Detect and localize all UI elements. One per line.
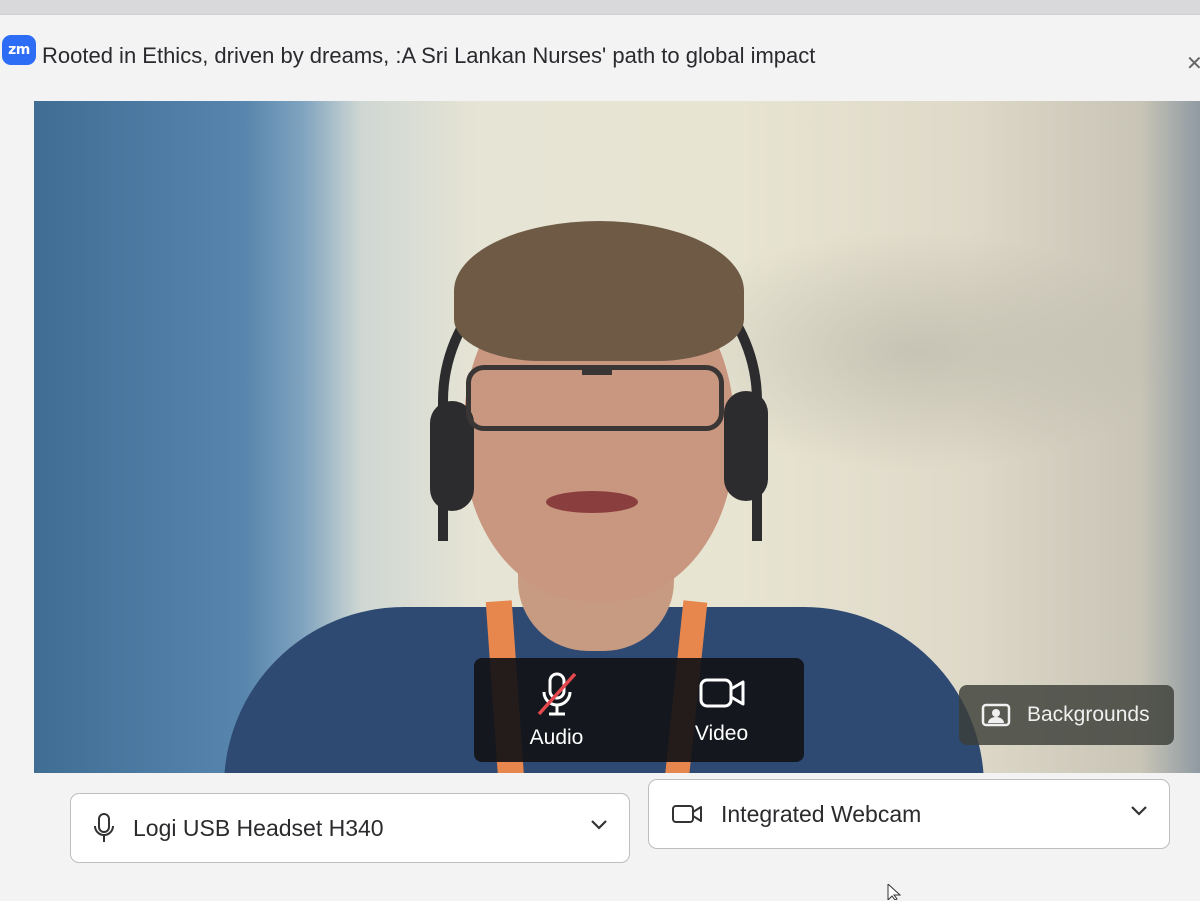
microphone-icon xyxy=(94,813,114,842)
backgrounds-button[interactable]: Backgrounds xyxy=(959,685,1174,745)
microphone-select-value: Logi USB Headset H340 xyxy=(133,814,384,841)
audio-toggle-button[interactable]: Audio xyxy=(474,658,639,762)
chevron-down-icon xyxy=(591,820,607,830)
mic-muted-icon xyxy=(537,672,576,716)
device-selectors: Logi USB Headset H340 Integrated Webcam xyxy=(0,763,1200,873)
zoom-logo-icon: zm xyxy=(2,35,36,65)
mouse-cursor-icon xyxy=(887,884,902,900)
participant-lips xyxy=(546,491,638,513)
video-toggle-button[interactable]: Video xyxy=(639,658,804,762)
title-bar: zm Rooted in Ethics, driven by dreams, :… xyxy=(0,15,1200,95)
headset-earcup-right xyxy=(724,391,768,501)
close-icon[interactable]: ✕ xyxy=(1186,51,1200,87)
participant-hair xyxy=(454,221,744,361)
camera-select-value: Integrated Webcam xyxy=(721,800,922,827)
zoom-preview-window: zm Rooted in Ethics, driven by dreams, :… xyxy=(0,14,1200,901)
camera-icon xyxy=(672,805,702,823)
video-label: Video xyxy=(694,722,749,745)
backgrounds-label: Backgrounds xyxy=(1027,703,1150,726)
video-camera-icon xyxy=(699,678,744,708)
microphone-select[interactable]: Logi USB Headset H340 xyxy=(70,793,630,863)
audio-label: Audio xyxy=(529,726,584,749)
video-preview: Audio Video Backgrounds xyxy=(34,101,1200,773)
chevron-down-icon xyxy=(1131,806,1147,816)
portrait-icon xyxy=(981,703,1011,727)
preview-control-bar: Audio Video xyxy=(474,658,804,762)
camera-select[interactable]: Integrated Webcam xyxy=(648,779,1170,849)
meeting-title: Rooted in Ethics, driven by dreams, :A S… xyxy=(42,43,816,68)
glasses-bridge xyxy=(582,369,612,375)
